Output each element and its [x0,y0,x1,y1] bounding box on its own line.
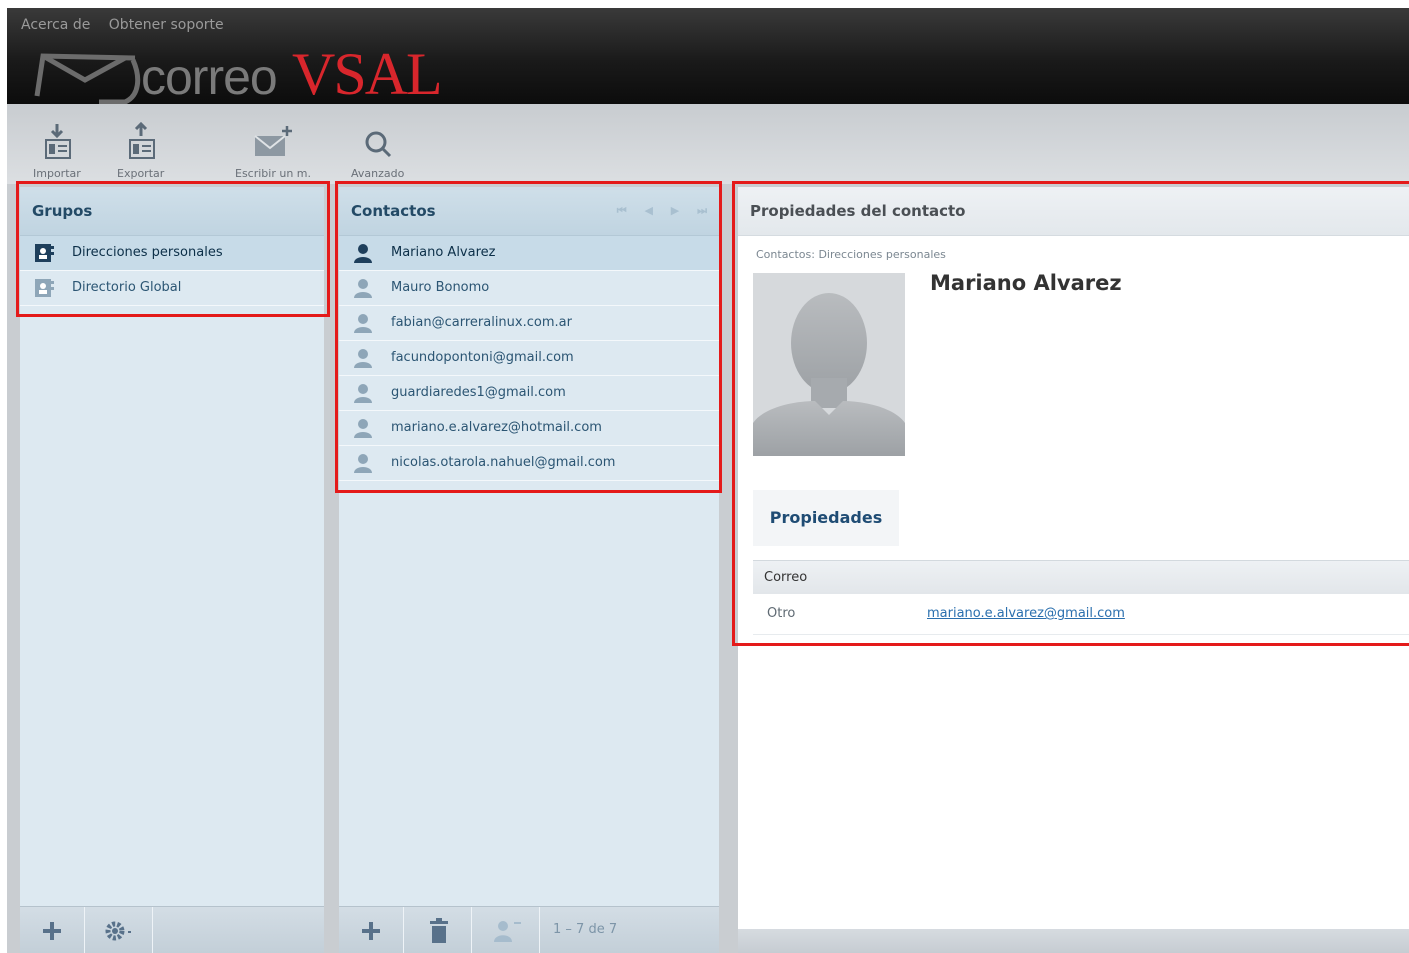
logo-word-correo: correo [141,49,278,105]
remove-from-group-button[interactable] [475,907,540,953]
import-icon [44,124,71,159]
compose-mail-icon [254,126,293,156]
import-label: Importar [33,167,81,180]
import-button[interactable]: Importar [33,122,81,180]
plus-icon [43,921,61,940]
contact-row[interactable]: guardiaredes1@gmail.com [339,376,719,411]
contact-row[interactable]: fabian@carreralinux.com.ar [339,306,719,341]
contact-list: Mariano Alvarez Mauro Bonomo fabian@carrer… [339,236,719,481]
remove-user-icon [494,920,521,942]
contact-row[interactable]: nicolas.otarola.nahuel@gmail.com [339,446,719,481]
contacts-panel: Contactos ⏮ ◀ ▶ ⏭ Mariano Alvarez Mauro B… [339,187,719,953]
export-icon [128,121,155,159]
logo-word-vsal: VSAL [292,41,443,107]
compose-button[interactable]: Escribir un m. [235,122,311,180]
first-page-icon[interactable]: ⏮ [617,204,627,217]
contacts-footer: 1 – 7 de 7 [339,906,719,953]
contact-count: 1 – 7 de 7 [553,922,618,937]
support-link[interactable]: Obtener soporte [109,17,224,33]
details-title: Propiedades del contacto [738,187,1409,236]
email-link[interactable]: mariano.e.alvarez@gmail.com [927,594,1125,634]
group-item-global[interactable]: Directorio Global [20,271,324,306]
gear-icon [105,921,131,940]
compose-label: Escribir un m. [235,167,312,180]
contact-name: Mariano Alvarez [930,271,1122,295]
add-contact-button[interactable] [339,907,404,953]
contact-photo [753,273,905,456]
contacts-header: Contactos ⏮ ◀ ▶ ⏭ [339,187,719,236]
contact-label: Mauro Bonomo [391,280,490,295]
directory-icon [35,279,54,297]
delete-contact-button[interactable] [407,907,472,953]
add-group-button[interactable] [20,907,85,953]
advanced-label: Avanzado [351,167,405,180]
group-label: Direcciones personales [72,245,223,260]
plus-icon [362,921,380,940]
top-nav: Acerca de Obtener soporte [21,17,238,33]
person-icon [354,349,372,368]
details-footer [738,929,1409,953]
next-page-icon[interactable]: ▶ [671,204,679,217]
contact-label: nicolas.otarola.nahuel@gmail.com [391,455,616,470]
group-label: Directorio Global [72,280,182,295]
tab-properties[interactable]: Propiedades [753,490,899,546]
contacts-title: Contactos [351,202,436,220]
contact-label: mariano.e.alvarez@hotmail.com [391,420,602,435]
person-silhouette-icon [753,293,905,456]
export-label: Exportar [117,167,165,180]
person-icon [354,454,372,473]
search-icon [365,131,391,158]
app-header: Acerca de Obtener soporte correo VSAL [7,8,1409,107]
advanced-search-button[interactable]: Avanzado [351,122,404,180]
export-button[interactable]: Exportar [117,121,165,180]
contact-label: facundopontoni@gmail.com [391,350,574,365]
pager: ⏮ ◀ ▶ ⏭ [603,187,707,235]
last-page-icon[interactable]: ⏭ [697,204,707,217]
groups-footer [20,906,324,953]
groups-title: Grupos [20,187,324,236]
person-icon [354,384,372,403]
prev-page-icon[interactable]: ◀ [644,204,652,217]
person-icon [354,279,372,298]
contact-details-panel: Propiedades del contacto Contactos: Dire… [738,187,1409,953]
contact-label: guardiaredes1@gmail.com [391,385,566,400]
breadcrumb: Contactos: Direcciones personales [756,248,946,261]
email-row: Otro mariano.e.alvarez@gmail.com [753,594,1409,635]
contact-label: Mariano Alvarez [391,245,496,260]
envelope-logo-icon [34,53,141,104]
groups-panel: Grupos Direcciones personales Directorio… [20,187,324,953]
contact-label: fabian@carreralinux.com.ar [391,315,572,330]
group-settings-button[interactable] [88,907,153,953]
trash-icon [430,917,448,943]
contact-row[interactable]: Mauro Bonomo [339,271,719,306]
address-book-icon [35,244,54,262]
person-icon [354,314,372,333]
contact-row[interactable]: Mariano Alvarez [339,236,719,271]
email-type-label: Otro [767,606,796,621]
about-link[interactable]: Acerca de [21,17,90,33]
person-icon [354,244,372,263]
contact-row[interactable]: facundopontoni@gmail.com [339,341,719,376]
person-icon [354,419,372,438]
contact-row[interactable]: mariano.e.alvarez@hotmail.com [339,411,719,446]
email-section-header: Correo [753,560,1409,594]
group-item-personal[interactable]: Direcciones personales [20,236,324,271]
toolbar: Importar Exportar Escribir un m. Avanzad… [7,104,1409,184]
